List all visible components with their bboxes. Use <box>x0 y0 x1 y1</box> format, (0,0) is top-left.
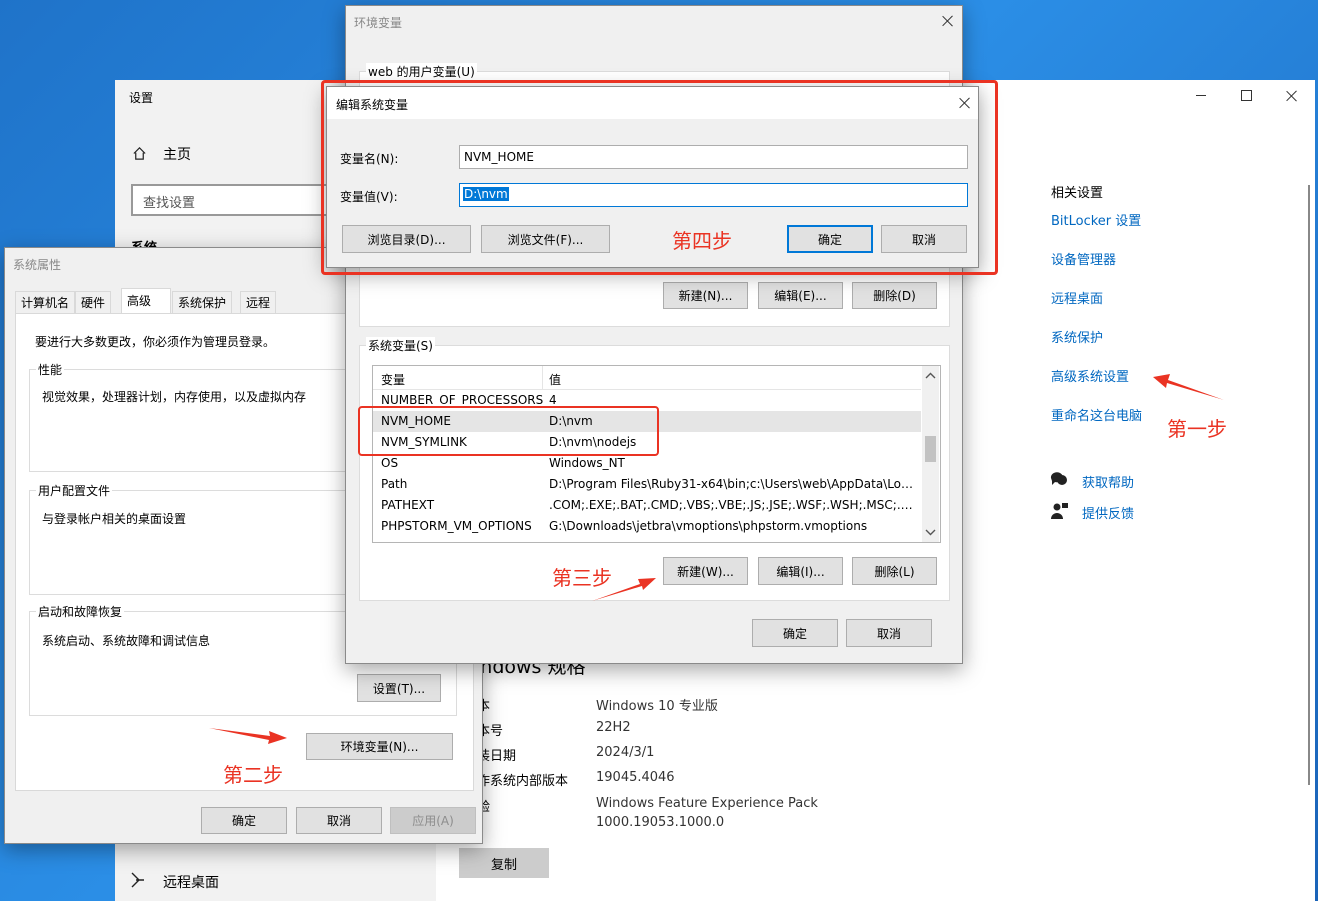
var-name: PHPSTORM_VM_OPTIONS <box>381 519 532 533</box>
profile-desc: 与登录帐户相关的桌面设置 <box>42 512 187 526</box>
startup-settings-button[interactable]: 设置(T)... <box>357 674 441 702</box>
settings-title: 设置 <box>129 91 154 105</box>
spec-value: Windows Feature Experience Pack <box>596 796 818 811</box>
system-variables-group: 系统变量(S) 变量 值 NUMBER_OF_PROCESSORS 4 NVM_H… <box>359 337 950 601</box>
performance-title: 性能 <box>36 361 65 378</box>
table-row[interactable]: PHPSTORM_VM_OPTIONS G:\Downloads\jetbra\v… <box>373 516 921 537</box>
nvm-rows-highlight-box <box>358 406 659 456</box>
step4-label: 第四步 <box>672 229 732 253</box>
envvars-cancel-button[interactable]: 取消 <box>846 619 932 647</box>
feedback-icon <box>1051 503 1068 519</box>
remote-desktop-nav[interactable]: 远程桌面 <box>130 870 330 892</box>
col-variable-header[interactable]: 变量 <box>381 371 405 388</box>
remote-desktop-icon <box>131 872 144 888</box>
help-icon <box>1050 472 1067 485</box>
maximize-icon[interactable] <box>1241 90 1252 101</box>
link-help[interactable]: 获取帮助 <box>1082 472 1134 491</box>
link-rename-pc[interactable]: 重命名这台电脑 <box>1051 405 1142 424</box>
system-vars-title: 系统变量(S) <box>366 337 435 354</box>
envvars-close-icon[interactable] <box>942 15 954 27</box>
remote-desktop-label: 远程桌面 <box>163 875 219 891</box>
sysprops-title: 系统属性 <box>13 258 62 272</box>
step4-highlight-box <box>321 80 998 275</box>
sysprops-cancel-button[interactable]: 取消 <box>296 807 382 834</box>
link-device-manager[interactable]: 设备管理器 <box>1051 249 1116 268</box>
table-row[interactable]: OS Windows_NT <box>373 453 921 474</box>
link-bitlocker[interactable]: BitLocker 设置 <box>1051 210 1141 229</box>
link-system-protection[interactable]: 系统保护 <box>1051 327 1103 346</box>
tab-computer-name[interactable]: 计算机名 <box>15 291 76 313</box>
table-row[interactable]: PATHEXT .COM;.EXE;.BAT;.CMD;.VBS;.VBE;.JS… <box>373 495 921 516</box>
admin-note: 要进行大多数更改，你必须作为管理员登录。 <box>35 335 276 349</box>
performance-desc: 视觉效果，处理器计划，内存使用，以及虚拟内存 <box>42 390 307 404</box>
user-delete-button[interactable]: 删除(D) <box>852 282 937 309</box>
system-edit-button[interactable]: 编辑(I)... <box>758 557 843 585</box>
home-nav[interactable]: 主页 <box>132 144 332 164</box>
settings-search-box[interactable]: 查找设置 <box>131 184 331 216</box>
home-label: 主页 <box>163 147 191 163</box>
list-scrollbar[interactable] <box>922 366 939 542</box>
spec-value: 22H2 <box>596 720 631 735</box>
col-value-header[interactable]: 值 <box>549 371 561 388</box>
var-value: G:\Downloads\jetbra\vmoptions\phpstorm.v… <box>549 519 868 533</box>
link-advanced-system-settings[interactable]: 高级系统设置 <box>1051 366 1129 385</box>
tab-advanced[interactable]: 高级 <box>121 288 171 313</box>
step3-label: 第三步 <box>552 566 612 590</box>
link-remote-desktop[interactable]: 远程桌面 <box>1051 288 1103 307</box>
sysprops-ok-button[interactable]: 确定 <box>201 807 287 834</box>
tab-remote[interactable]: 远程 <box>240 291 277 313</box>
settings-scrollbar[interactable] <box>1308 185 1310 785</box>
tab-system-protection[interactable]: 系统保护 <box>172 291 233 313</box>
related-settings-title: 相关设置 <box>1051 186 1104 201</box>
var-name: Path <box>381 477 408 491</box>
list-header: 变量 值 <box>373 366 921 390</box>
chevron-up-icon[interactable] <box>922 369 939 383</box>
system-new-button[interactable]: 新建(W)... <box>663 557 748 585</box>
user-new-button[interactable]: 新建(N)... <box>663 282 748 309</box>
var-value: D:\Program Files\Ruby31-x64\bin;c:\Users… <box>549 477 915 491</box>
var-value: Windows_NT <box>549 456 625 470</box>
chevron-down-icon[interactable] <box>922 525 939 539</box>
var-value: .COM;.EXE;.BAT;.CMD;.VBS;.VBE;.JS;.JSE;.… <box>549 498 915 512</box>
user-vars-title: web 的用户变量(U) <box>366 63 477 80</box>
profile-title: 用户配置文件 <box>36 482 113 499</box>
home-icon <box>133 147 146 160</box>
startup-title: 启动和故障恢复 <box>36 603 125 620</box>
sysprops-apply-button[interactable]: 应用(A) <box>390 807 476 834</box>
var-name: PATHEXT <box>381 498 435 512</box>
envvars-ok-button[interactable]: 确定 <box>752 619 838 647</box>
spec-value: Windows 10 专业版 <box>596 699 718 714</box>
spec-value: 19045.4046 <box>596 770 675 785</box>
system-delete-button[interactable]: 删除(L) <box>852 557 937 585</box>
copy-button[interactable]: 复制 <box>459 848 549 878</box>
step2-label: 第二步 <box>223 763 283 787</box>
spec-value: 2024/3/1 <box>596 745 655 760</box>
table-row[interactable]: Path D:\Program Files\Ruby31-x64\bin;c:\U… <box>373 474 921 495</box>
spec-label: 作系统内部版本 <box>477 774 569 789</box>
minimize-icon[interactable] <box>1196 95 1206 96</box>
envvars-title: 环境变量 <box>354 16 403 30</box>
spec-value-extra: 1000.19053.1000.0 <box>596 815 725 830</box>
close-icon[interactable] <box>1286 90 1298 102</box>
scrollbar-thumb[interactable] <box>925 436 936 462</box>
tab-hardware[interactable]: 硬件 <box>75 291 112 313</box>
search-placeholder: 查找设置 <box>143 196 196 211</box>
step1-label: 第一步 <box>1167 417 1227 441</box>
environment-variables-button[interactable]: 环境变量(N)... <box>306 733 453 760</box>
user-edit-button[interactable]: 编辑(E)... <box>758 282 843 309</box>
var-name: OS <box>381 456 399 470</box>
link-feedback[interactable]: 提供反馈 <box>1082 503 1134 522</box>
startup-desc: 系统启动、系统故障和调试信息 <box>42 634 211 648</box>
